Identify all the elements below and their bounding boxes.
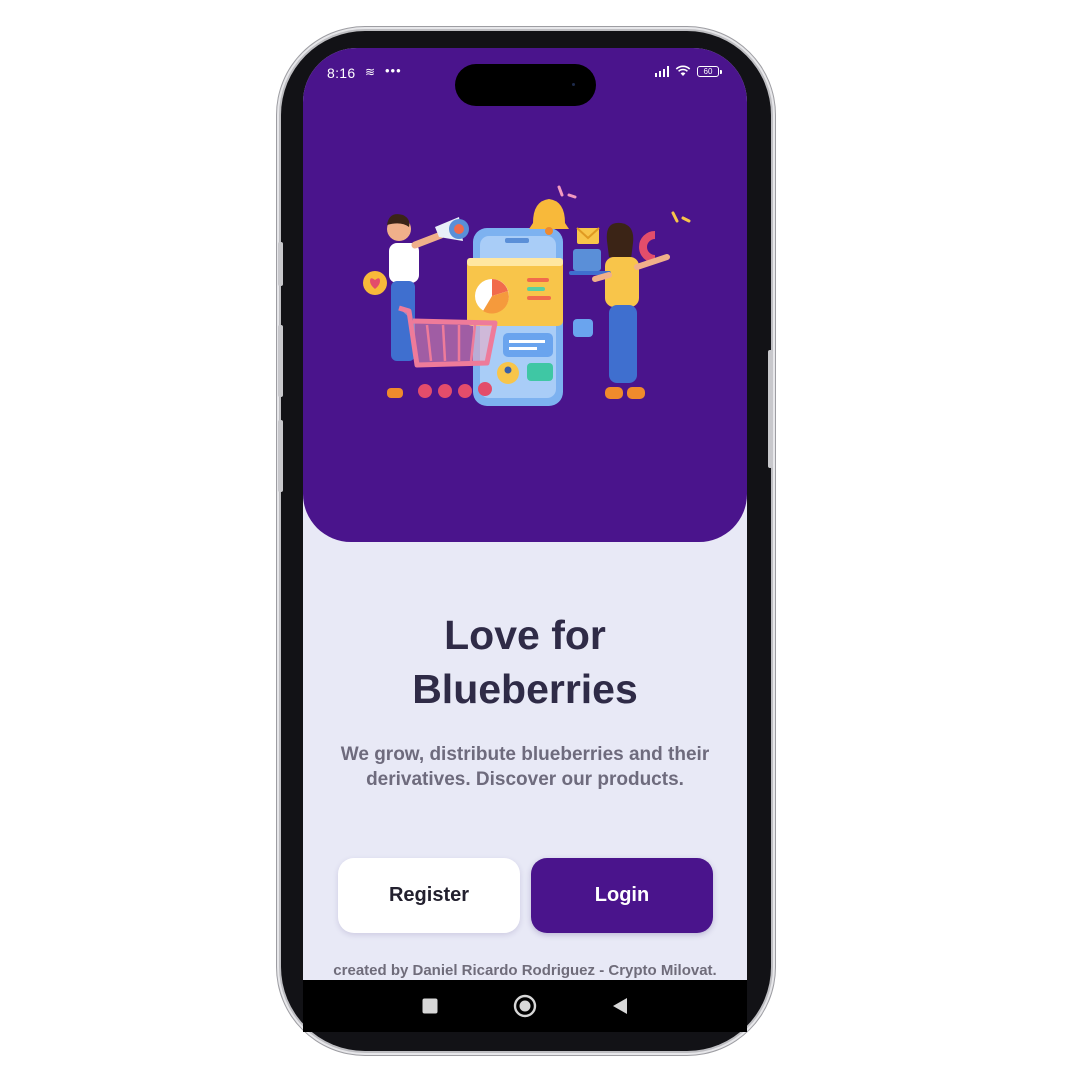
navigation-bar — [303, 980, 747, 1032]
power-button — [768, 350, 773, 468]
action-button — [278, 242, 283, 286]
wifi-icon — [675, 65, 691, 76]
square-icon — [422, 998, 438, 1014]
battery-icon: 60 — [697, 65, 722, 77]
status-time: 8:16 — [327, 65, 356, 81]
camera-icon — [572, 83, 575, 86]
page-subtitle: We grow, distribute blueberries and thei… — [340, 744, 710, 790]
register-button[interactable]: Register — [338, 858, 520, 933]
signal-icon — [654, 65, 669, 77]
credit-text: created by Daniel Ricardo Rodriguez - Cr… — [333, 962, 717, 979]
marketing-illustration — [363, 185, 691, 406]
recents-button[interactable] — [400, 980, 460, 1032]
back-button[interactable] — [590, 980, 650, 1032]
volume-up-button — [278, 325, 283, 397]
login-button[interactable]: Login — [531, 858, 713, 933]
title-line-1: Love for — [444, 612, 606, 658]
page-title: Love for Blueberries — [303, 608, 747, 716]
dynamic-island — [455, 64, 596, 106]
status-icons: 60 — [654, 65, 722, 77]
layers-icon: ≋ — [365, 65, 376, 79]
more-notifications-icon: ••• — [385, 63, 402, 78]
triangle-back-icon — [613, 998, 627, 1014]
hero-banner — [303, 88, 747, 542]
circle-icon — [513, 994, 537, 1018]
home-button[interactable] — [495, 980, 555, 1032]
battery-level: 60 — [703, 66, 713, 76]
app-screen: 8:16 ≋ ••• 60 Love for Blueberries We gr… — [303, 48, 747, 980]
volume-down-button — [278, 420, 283, 492]
title-line-2: Blueberries — [412, 666, 638, 712]
